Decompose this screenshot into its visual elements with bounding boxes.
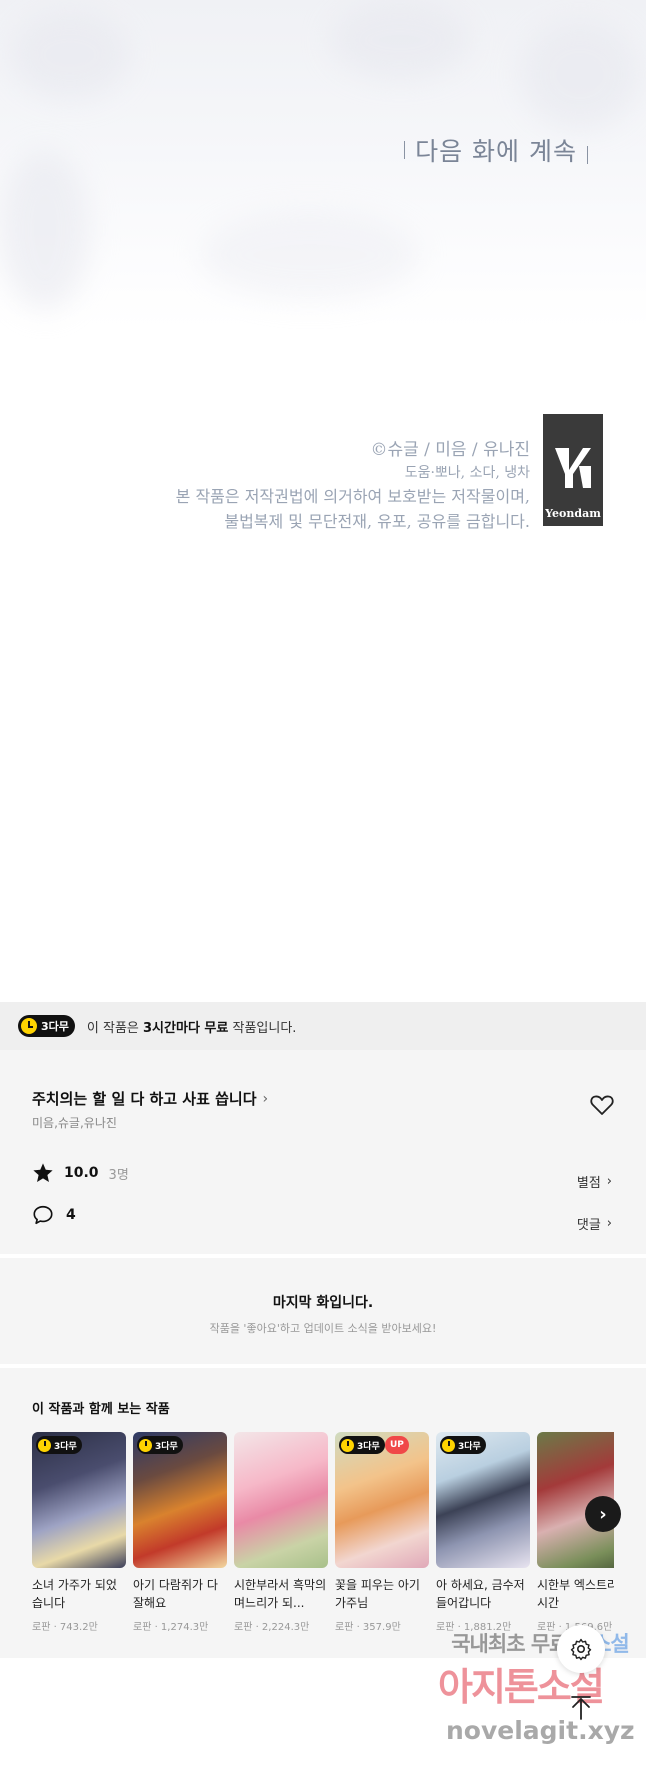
clock-icon [21,1018,37,1034]
cover-image: 3다무 UP [335,1432,429,1568]
scroll-top-button[interactable] [568,1693,594,1723]
recommendation-carousel: 3다무 소녀 가주가 되었습니다 로판 · 743.2만 3다무 아기 다람쥐가… [32,1432,614,1642]
recommendation-card[interactable]: 3다무 소녀 가주가 되었습니다 로판 · 743.2만 [32,1432,126,1633]
banner-text-bold: 3시간마다 무료 [143,1020,229,1036]
publisher-mark-icon [555,448,591,488]
clock-icon [442,1438,455,1452]
banner-text-post: 작품입니다. [228,1020,297,1036]
credit-assistants: 도움·뽀나, 소다, 냉차 [404,465,530,481]
cover-image: 3다무 [133,1432,227,1568]
copyright-credit: ©슈글 / 미음 / 유나진 도움·뽀나, 소다, 냉차 본 작품은 저작권법에… [176,438,530,534]
cover-image: 3다무 [436,1432,530,1568]
card-meta: 로판 · 2,224.3만 [234,1622,310,1633]
recommendation-card[interactable]: 3다무 아기 다람쥐가 다 잘해요 로판 · 1,274.3만 [133,1432,227,1633]
carousel-next-button[interactable]: › [585,1496,621,1532]
comment-count: 4 [66,1207,76,1223]
heart-icon [590,1095,614,1115]
work-title-link[interactable]: 주치의는 할 일 다 하고 사표 씁니다 › [32,1088,268,1109]
cover-image: 3다무 [32,1432,126,1568]
panel-blur-shape [520,20,640,130]
panel-blur-shape [200,210,420,300]
comic-panel: 다음 화에 계속 ©슈글 / 미음 / 유나진 도움·뽀나, 소다, 냉차 본 … [0,0,646,1002]
rating-row: 10.0 3명 [32,1162,129,1184]
card-title: 소녀 가주가 되었습니다 [32,1578,117,1610]
chevron-right-icon: › [606,1216,612,1231]
rate-link[interactable]: 별점 › [577,1172,612,1191]
caption-bar [587,146,588,164]
work-info: 주치의는 할 일 다 하고 사표 씁니다 › 미음,슈글,유나진 10.0 3명… [0,1050,646,1254]
recommendation-card[interactable]: 3다무 아 하세요, 금수저 들어갑니다 로판 · 1,881.2만 [436,1432,530,1633]
rate-link-label: 별점 [576,1176,601,1191]
card-title: 시한부 엑스트라의 시간 [537,1578,614,1610]
panel-blur-shape [330,0,470,80]
card-title: 꽃을 피우는 아기 가주님 [335,1578,420,1610]
wait-free-badge: 3다무 [18,1015,75,1037]
like-button[interactable] [590,1094,614,1116]
watermark-url: novelagit.xyz [446,1716,635,1745]
watermark-tagline: 국내최초 무료 웹소설 [440,1628,640,1658]
rating-count: 3명 [108,1167,129,1183]
wait-free-badge: 3다무 [339,1436,385,1454]
recommendation-card[interactable]: 시한부라서 흑막의 며느리가 되... 로판 · 2,224.3만 [234,1432,328,1633]
badge-label: 3다무 [155,1441,178,1452]
badge-label: 3다무 [54,1441,77,1452]
badge-label: 3다무 [41,1020,69,1033]
comments-row: 4 [32,1204,76,1226]
star-icon [33,1163,53,1182]
recommendations: 이 작품과 함께 보는 작품 3다무 소녀 가주가 되었습니다 로판 · 743… [0,1368,646,1658]
clock-icon [38,1438,51,1452]
cover-image [234,1432,328,1568]
card-meta: 로판 · 743.2만 [32,1622,98,1633]
publisher-name: Yeondam [545,507,601,520]
watermark-tagline-a: 국내최초 무료 [451,1632,574,1656]
clock-icon [341,1438,354,1452]
continue-text: 다음 화에 계속 [415,137,577,166]
chevron-right-icon: › [599,1503,607,1525]
last-episode-sub: 작품을 '좋아요'하고 업데이트 소식을 받아보세요! [209,1322,437,1335]
gear-icon [570,1638,592,1661]
arrow-up-icon [571,1696,591,1720]
update-badge: UP [385,1436,409,1454]
recommendation-card[interactable]: 3다무 UP 꽃을 피우는 아기 가주님 로판 · 357.9만 [335,1432,429,1633]
badge-label: 3다무 [357,1441,380,1452]
wait-free-badge: 3다무 [137,1436,183,1454]
wait-free-badge: 3다무 [440,1436,486,1454]
chevron-right-icon: › [262,1090,269,1107]
viewer-page: 다음 화에 계속 ©슈글 / 미음 / 유나진 도움·뽀나, 소다, 냉차 본 … [0,0,646,1774]
continue-caption: 다음 화에 계속 [404,132,588,168]
chevron-right-icon: › [606,1174,612,1189]
panel-blur-shape [10,10,130,100]
credit-authors: ©슈글 / 미음 / 유나진 [370,440,530,460]
panel-blur-shape [0,150,90,310]
publisher-logo: Yeondam [543,414,603,526]
credit-notice-1: 본 작품은 저작권법에 의거하여 보호받는 저작물이며, [175,487,530,506]
comments-link-label: 댓글 [576,1218,601,1233]
recommendation-card[interactable]: 시한부 엑스트라의 시간 로판 · 1,569.6만 [537,1432,614,1633]
free-banner: 3다무 이 작품은 3시간마다 무료 작품입니다. [0,1002,646,1050]
caption-bar [404,141,406,159]
badge-label: 3다무 [458,1441,481,1452]
last-episode-notice: 마지막 화입니다. 작품을 '좋아요'하고 업데이트 소식을 받아보세요! [0,1258,646,1364]
wait-free-badge: 3다무 [36,1436,82,1454]
rating-score: 10.0 [64,1165,99,1181]
banner-text-pre: 이 작품은 [86,1020,144,1036]
free-banner-text: 이 작품은 3시간마다 무료 작품입니다. [87,1017,297,1036]
card-meta: 로판 · 357.9만 [335,1622,401,1633]
card-title: 시한부라서 흑막의 며느리가 되... [234,1578,327,1610]
card-title: 아 하세요, 금수저 들어갑니다 [436,1578,525,1610]
card-title: 아기 다람쥐가 다 잘해요 [133,1578,218,1610]
comment-icon [33,1205,53,1225]
work-title: 주치의는 할 일 다 하고 사표 씁니다 [32,1090,257,1108]
work-authors: 미음,슈글,유나진 [32,1116,117,1130]
settings-button[interactable] [557,1625,605,1673]
credit-notice-2: 불법복제 및 무단전재, 유포, 공유를 금합니다. [224,512,530,531]
recommendations-heading: 이 작품과 함께 보는 작품 [32,1402,170,1417]
last-episode-heading: 마지막 화입니다. [272,1295,374,1311]
comments-link[interactable]: 댓글 › [577,1214,612,1233]
card-meta: 로판 · 1,274.3만 [133,1622,209,1633]
clock-icon [139,1438,152,1452]
